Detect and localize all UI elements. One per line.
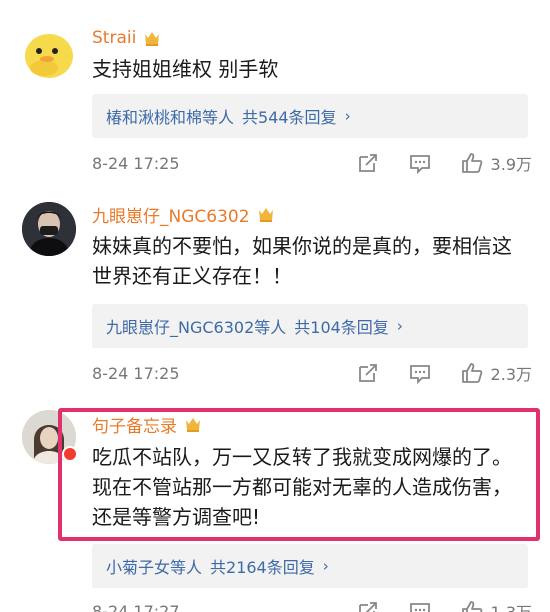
- user-avatar[interactable]: [22, 26, 76, 80]
- like-count: 3.9万: [490, 155, 532, 174]
- like-icon[interactable]: [461, 152, 483, 174]
- chevron-right-icon: ›: [396, 317, 403, 335]
- reply-users: 椿和湫桃和棉等人: [106, 108, 235, 127]
- comment-date: 8-24 17:25: [92, 153, 180, 173]
- author-row: Straii: [92, 24, 162, 52]
- duck-avatar-icon: [25, 34, 73, 78]
- username[interactable]: Straii: [92, 28, 136, 48]
- comment-icon[interactable]: [409, 362, 431, 384]
- replies-link[interactable]: 椿和湫桃和棉等人 共544条回复 ›: [92, 94, 528, 138]
- comment-date: 8-24 17:25: [92, 363, 180, 383]
- replies-link[interactable]: 小菊子女等人 共2164条回复 ›: [92, 544, 528, 588]
- chevron-right-icon: ›: [322, 557, 329, 575]
- vip-badge-icon: [258, 208, 273, 222]
- comment-date: 8-24 17:27: [92, 601, 180, 612]
- comment-icon[interactable]: [409, 152, 431, 174]
- action-bar: 1.3万: [357, 596, 532, 612]
- reply-count: 共104条回复: [294, 318, 389, 337]
- comment-icon[interactable]: [409, 600, 431, 612]
- action-bar: 2.3万: [357, 358, 532, 388]
- replies-link[interactable]: 九眼崽仔_NGC6302等人 共104条回复 ›: [92, 304, 528, 348]
- reply-count: 共2164条回复: [210, 558, 315, 577]
- vip-badge-icon: [145, 32, 160, 46]
- user-avatar[interactable]: [22, 202, 76, 256]
- like-icon[interactable]: [461, 600, 483, 612]
- chevron-right-icon: ›: [344, 107, 351, 125]
- author-row: 九眼崽仔_NGC6302: [92, 200, 276, 228]
- highlight-box: [58, 408, 540, 541]
- like-icon[interactable]: [461, 362, 483, 384]
- comment-text: 支持姐姐维权 别手软: [92, 57, 279, 81]
- comment-text: 妹妹真的不要怕，如果你说的是真的，要相信这世界还有正义存在！！: [92, 234, 512, 288]
- share-icon[interactable]: [357, 600, 379, 612]
- reply-count: 共544条回复: [242, 108, 337, 127]
- comment-meta: 8-24 17:25 3.9万: [92, 148, 532, 178]
- comment-meta: 8-24 17:27 1.3万: [92, 596, 532, 612]
- share-icon[interactable]: [357, 152, 379, 174]
- person-avatar-icon: [22, 202, 76, 256]
- share-icon[interactable]: [357, 362, 379, 384]
- like-count: 2.3万: [490, 365, 532, 384]
- like-count: 1.3万: [491, 599, 532, 612]
- comment-meta: 8-24 17:25 2.3万: [92, 358, 532, 388]
- username[interactable]: 九眼崽仔_NGC6302: [92, 202, 250, 227]
- reply-users: 九眼崽仔_NGC6302等人: [106, 318, 287, 337]
- action-bar: 3.9万: [357, 148, 532, 178]
- reply-users: 小菊子女等人: [106, 558, 203, 577]
